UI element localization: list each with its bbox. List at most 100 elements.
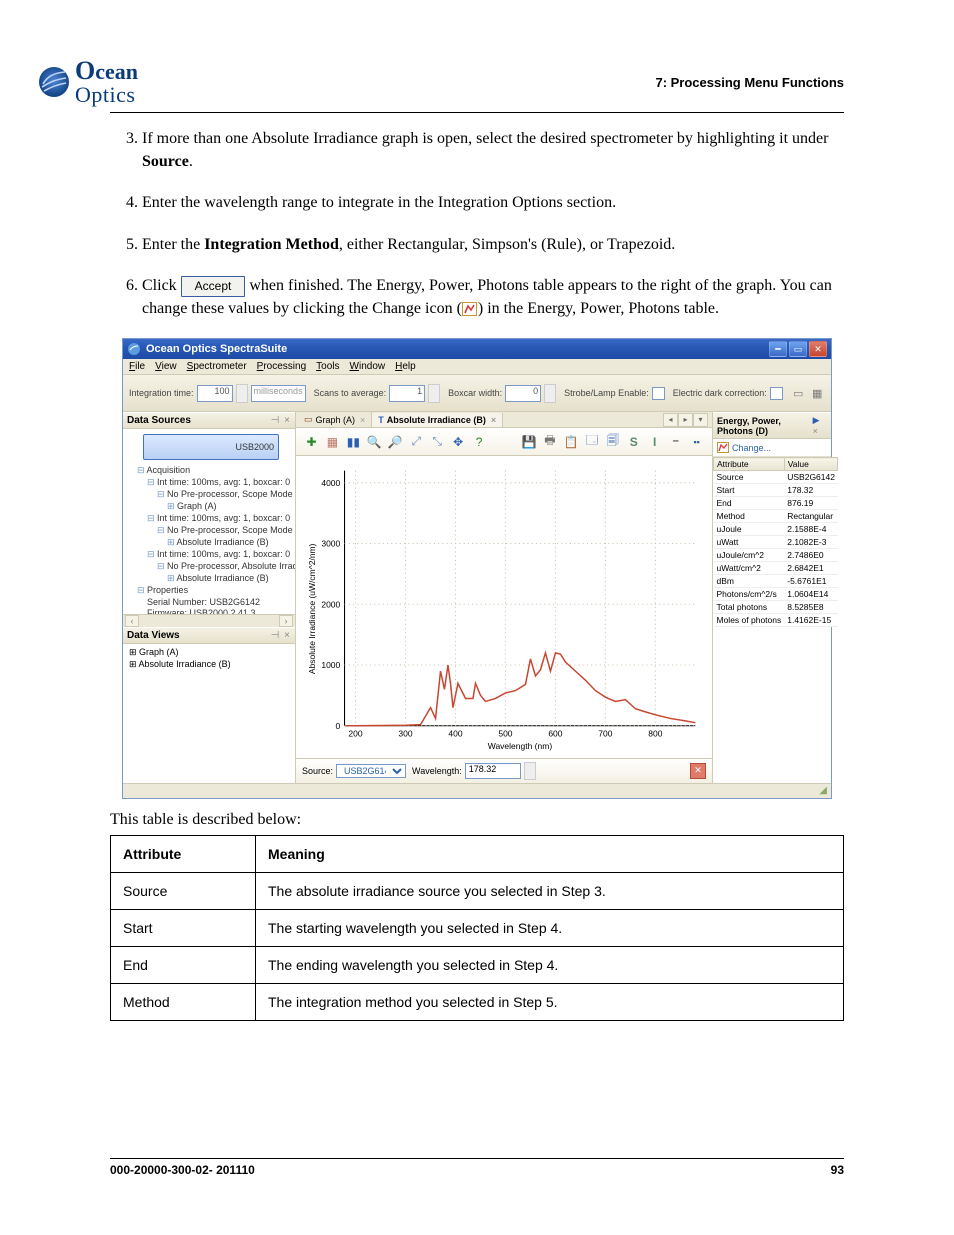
boxcar-spinner[interactable] bbox=[544, 384, 556, 403]
hscroll-left[interactable]: ‹ bbox=[125, 615, 139, 627]
wavelength-spinner[interactable] bbox=[524, 762, 536, 780]
layer-icon[interactable]: ▦ bbox=[325, 435, 340, 449]
minimize-button[interactable]: ━ bbox=[769, 341, 787, 357]
menu-file[interactable]: File bbox=[129, 361, 145, 372]
tree-acquisition[interactable]: Acquisition bbox=[137, 464, 293, 476]
epp-play-icon[interactable]: ▶ bbox=[813, 415, 821, 425]
step-3: If more than one Absolute Irradiance gra… bbox=[142, 127, 844, 173]
s-mode-icon[interactable]: S bbox=[626, 435, 641, 449]
tree-int2[interactable]: Int time: 100ms, avg: 1, boxcar: 0 bbox=[147, 512, 293, 524]
copy-icon[interactable]: 📋 bbox=[563, 435, 578, 449]
epp-table: Attribute Value SourceUSB2G6142Start178.… bbox=[713, 457, 838, 627]
hscroll-right[interactable]: › bbox=[279, 615, 293, 627]
snapshot-icon[interactable]: 🗔 bbox=[584, 431, 599, 452]
tab-abs-irr-b[interactable]: T Absolute Irradiance (B)× bbox=[372, 413, 503, 427]
save-icon[interactable]: 💾 bbox=[522, 435, 537, 449]
menu-processing[interactable]: Processing bbox=[257, 361, 306, 372]
page-number: 93 bbox=[831, 1163, 844, 1177]
resize-grip[interactable]: ◢ bbox=[819, 785, 827, 796]
data-views-title: Data Views bbox=[127, 630, 180, 641]
svg-text:200: 200 bbox=[348, 729, 362, 739]
strobe-checkbox[interactable] bbox=[652, 387, 665, 400]
menu-view[interactable]: View bbox=[155, 361, 177, 372]
change-link[interactable]: Change... bbox=[713, 439, 831, 457]
int-time-label: Integration time: bbox=[129, 388, 194, 398]
menu-bar[interactable]: File View Spectrometer Processing Tools … bbox=[123, 359, 831, 375]
menu-help[interactable]: Help bbox=[395, 361, 416, 372]
boxcar-input[interactable]: 0 bbox=[505, 385, 541, 402]
i-mode-icon[interactable]: I bbox=[647, 435, 662, 449]
tree-firmware: Firmware: USB2000 2.41.3 bbox=[147, 607, 293, 614]
source-select[interactable]: USB2G6142 bbox=[336, 764, 406, 778]
pan-icon[interactable]: ✥ bbox=[451, 435, 466, 449]
epp-close-icon[interactable]: × bbox=[813, 426, 819, 436]
tb-icon-grid[interactable]: ▦ bbox=[810, 386, 825, 401]
maximize-button[interactable]: ▭ bbox=[789, 341, 807, 357]
logo-o1: O bbox=[75, 56, 95, 85]
tree-properties[interactable]: Properties bbox=[137, 584, 293, 596]
window-title: Ocean Optics SpectraSuite bbox=[146, 343, 769, 355]
zoom-region-icon[interactable]: ⤡ bbox=[430, 434, 445, 449]
close-button[interactable]: ✕ bbox=[809, 341, 827, 357]
menu-window[interactable]: Window bbox=[350, 361, 386, 372]
zoom-reset-icon[interactable]: ⤢ bbox=[409, 434, 424, 449]
tree-pp1[interactable]: No Pre-processor, Scope Mode bbox=[157, 488, 293, 500]
tb-icon-panel[interactable]: ▭ bbox=[791, 386, 806, 401]
zoom-in-icon[interactable]: 🔍 bbox=[367, 435, 382, 449]
pin-icon-2[interactable]: ⊣ bbox=[271, 630, 281, 641]
tree-pp2[interactable]: No Pre-processor, Scope Mode bbox=[157, 524, 293, 536]
tb-icon-filter[interactable]: ▼ bbox=[829, 386, 831, 401]
table-intro: This table is described below: bbox=[110, 811, 844, 829]
scans-input[interactable]: 1 bbox=[389, 385, 425, 402]
tab-graph-a[interactable]: ▭ Graph (A)× bbox=[298, 412, 372, 427]
svg-text:500: 500 bbox=[498, 729, 512, 739]
device-thumbnail[interactable]: USB2000 bbox=[143, 434, 279, 460]
tree-pp3[interactable]: No Pre-processor, Absolute Irradi bbox=[157, 560, 293, 572]
toggle-icon[interactable]: ▪▪ bbox=[689, 437, 704, 447]
tree-abs-irr-b2[interactable]: Absolute Irradiance (B) bbox=[167, 572, 293, 584]
table-row: Photons/cm^2/s1.0604E14 bbox=[714, 588, 838, 601]
tree-abs-irr-b1[interactable]: Absolute Irradiance (B) bbox=[167, 536, 293, 548]
zoom-out-icon[interactable]: 🔎 bbox=[388, 435, 403, 449]
doc-id: 000-20000-300-02- 201110 bbox=[110, 1163, 255, 1177]
tree-int1[interactable]: Int time: 100ms, avg: 1, boxcar: 0 bbox=[147, 476, 293, 488]
close-tab-icon[interactable]: × bbox=[360, 415, 365, 425]
delete-overlay-button[interactable]: ✕ bbox=[690, 763, 706, 779]
table-row: SourceUSB2G6142 bbox=[714, 471, 838, 484]
tree-int3[interactable]: Int time: 100ms, avg: 1, boxcar: 0 bbox=[147, 548, 293, 560]
scans-spinner[interactable] bbox=[428, 384, 440, 403]
tree-graph-a[interactable]: Graph (A) bbox=[167, 500, 293, 512]
dash-icon[interactable]: ━ bbox=[668, 436, 683, 447]
svg-text:400: 400 bbox=[448, 729, 462, 739]
tab-nav-right[interactable]: ▸ bbox=[678, 413, 693, 427]
add-overlay-icon[interactable]: ✚ bbox=[304, 435, 319, 449]
pause-icon[interactable]: ▮▮ bbox=[346, 435, 361, 449]
edark-checkbox[interactable] bbox=[770, 387, 783, 400]
tab-nav-menu[interactable]: ▾ bbox=[693, 413, 708, 427]
logo-ptics: ptics bbox=[91, 82, 135, 107]
export-icon[interactable]: 🗐 bbox=[605, 431, 620, 452]
print-icon[interactable]: 🖶 bbox=[542, 431, 557, 452]
int-time-unit[interactable]: milliseconds bbox=[251, 385, 306, 402]
table-row: uJoule2.1588E-4 bbox=[714, 523, 838, 536]
menu-spectrometer[interactable]: Spectrometer bbox=[187, 361, 247, 372]
boxcar-label: Boxcar width: bbox=[448, 388, 502, 398]
view-abs-irr-b[interactable]: ⊞ Absolute Irradiance (B) bbox=[129, 658, 291, 670]
step-6: Click Accept when finished. The Energy, … bbox=[142, 274, 844, 320]
close-tab-icon-2[interactable]: × bbox=[491, 415, 496, 425]
help-icon[interactable]: ? bbox=[472, 435, 487, 449]
wavelength-input[interactable]: 178.32 bbox=[465, 763, 521, 779]
svg-text:1000: 1000 bbox=[321, 660, 340, 670]
menu-tools[interactable]: Tools bbox=[316, 361, 339, 372]
tab-nav-left[interactable]: ◂ bbox=[663, 413, 678, 427]
y-axis-label: Absolute Irradiance (uW/cm^2/nm) bbox=[307, 544, 317, 675]
view-graph-a[interactable]: ⊞ Graph (A) bbox=[129, 646, 291, 658]
table-row: SourceThe absolute irradiance source you… bbox=[111, 872, 844, 909]
pin-icon[interactable]: ⊣ bbox=[271, 415, 281, 426]
close-panel-icon-2[interactable]: × bbox=[284, 630, 291, 641]
accept-button[interactable]: Accept bbox=[181, 276, 246, 297]
int-time-spinner[interactable] bbox=[236, 384, 248, 403]
close-panel-icon[interactable]: × bbox=[284, 415, 291, 426]
source-label: Source: bbox=[302, 766, 333, 776]
int-time-input[interactable]: 100 bbox=[197, 385, 233, 402]
